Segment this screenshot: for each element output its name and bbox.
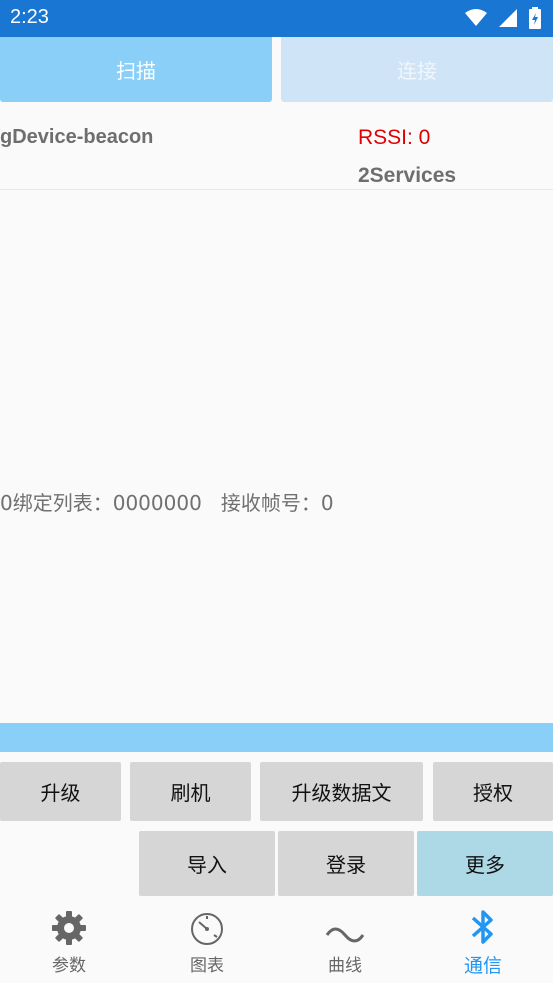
gear-icon [50,905,88,947]
login-button[interactable]: 登录 [278,831,414,896]
status-time: 2:23 [10,6,49,28]
nav-tab-chart[interactable]: 图表 [138,905,276,980]
divider [0,189,553,190]
nav-tab-curve[interactable]: 曲线 [276,905,414,980]
more-button[interactable]: 更多 [417,831,553,896]
scan-button[interactable]: 扫描 [0,37,272,102]
device-name[interactable]: gDevice-beacon [0,126,153,149]
bluetooth-icon [470,905,496,947]
rssi-value: RSSI: 0 [358,126,431,149]
flash-button[interactable]: 刷机 [130,762,251,821]
status-bar: 2:23 [0,0,553,37]
authorize-button[interactable]: 授权 [433,762,553,821]
connect-button[interactable]: 连接 [281,37,553,102]
wave-icon [325,905,365,947]
progress-strip [0,723,553,752]
nav-label-curve: 曲线 [328,956,362,976]
nav-tab-communication[interactable]: 通信 [414,905,552,980]
upgrade-data-file-button[interactable]: 升级数据文 [260,762,423,821]
nav-tab-params[interactable]: 参数 [0,905,138,980]
nav-label-communication: 通信 [463,955,502,977]
nav-label-params: 参数 [52,956,86,976]
status-icons [465,7,541,33]
signal-icon [499,9,517,31]
wifi-icon [465,9,487,31]
bind-list-info: 0绑定列表：0000000 接收帧号：0 [0,491,334,515]
battery-icon [529,7,541,33]
gauge-icon [189,905,225,947]
upgrade-button[interactable]: 升级 [0,762,121,821]
nav-label-chart: 图表 [190,956,224,976]
import-button[interactable]: 导入 [139,831,275,896]
services-count: 2Services [358,164,457,187]
